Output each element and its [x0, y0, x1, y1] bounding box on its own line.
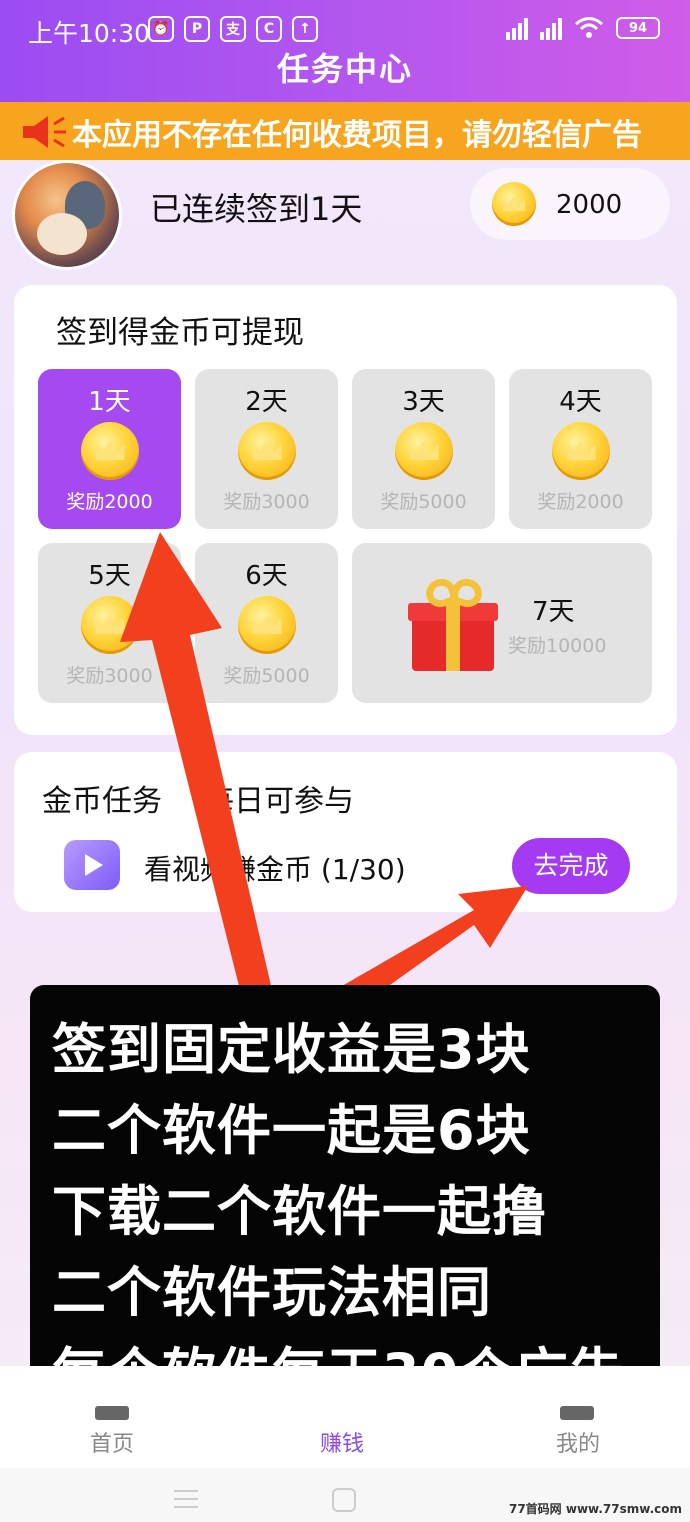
- overlay-line: 签到固定收益是3块: [52, 1018, 531, 1081]
- tab-earn[interactable]: 赚钱: [320, 1426, 364, 1458]
- day-tile-4[interactable]: 4天 奖励2000: [509, 369, 652, 529]
- day-label: 1天: [88, 387, 131, 417]
- coin-balance-value: 2000: [556, 190, 623, 220]
- overlay-line: 二个软件一起是6块: [52, 1099, 531, 1162]
- day-tile-7[interactable]: 7天 奖励10000: [352, 543, 652, 703]
- signal-icon-2: [540, 16, 562, 40]
- avatar-dog: [37, 213, 87, 255]
- alarm-icon: ⏰: [148, 16, 174, 42]
- day-reward: 奖励2000: [537, 491, 624, 513]
- day-reward: 奖励5000: [223, 665, 310, 687]
- c-app-icon: C: [256, 16, 282, 42]
- signin-title: 签到得金币可提现: [56, 315, 304, 351]
- avatar[interactable]: [12, 160, 122, 270]
- promo-overlay: 签到固定收益是3块 二个软件一起是6块 下载二个软件一起撸 二个软件玩法相同 每…: [30, 985, 660, 1413]
- day-reward: 奖励3000: [66, 665, 153, 687]
- coin-icon: [81, 596, 139, 654]
- day-reward: 奖励5000: [380, 491, 467, 513]
- video-play-icon: [64, 840, 120, 890]
- day-label: 6天: [245, 561, 288, 591]
- gift-box-icon: [408, 573, 498, 673]
- tasks-subtitle: 每日可参与: [204, 784, 354, 819]
- profile-icon: [560, 1406, 594, 1420]
- notification-icons: ⏰ P 支 C ↑: [148, 16, 318, 42]
- alipay-icon: 支: [220, 16, 246, 42]
- overlay-line: 下载二个软件一起撸: [52, 1180, 547, 1243]
- home-button-icon[interactable]: [332, 1488, 356, 1512]
- upload-icon: ↑: [292, 16, 318, 42]
- tasks-card: 金币任务 每日可参与 看视频赚金币 (1/30) 去完成: [14, 752, 677, 912]
- coin-icon: [238, 596, 296, 654]
- day-reward: 奖励10000: [508, 635, 607, 657]
- go-complete-button[interactable]: 去完成: [512, 838, 630, 894]
- coin-icon: [395, 422, 453, 480]
- notice-text: 本应用不存在任何收费项目，请勿轻信广告: [72, 118, 642, 153]
- day-label: 3天: [402, 387, 445, 417]
- watermark: 77首码网 www.77smw.com: [508, 1502, 682, 1516]
- task-label: 看视频赚金币 (1/30): [144, 853, 406, 886]
- day-tile-6[interactable]: 6天 奖励5000: [195, 543, 338, 703]
- home-icon: [95, 1406, 129, 1420]
- day-tile-3[interactable]: 3天 奖励5000: [352, 369, 495, 529]
- day-label: 5天: [88, 561, 131, 591]
- overlay-line: 二个软件玩法相同: [52, 1261, 492, 1324]
- bottom-tabbar: 首页 赚钱 我的: [0, 1366, 690, 1468]
- tasks-title: 金币任务: [42, 784, 162, 819]
- day-reward: 奖励2000: [66, 491, 153, 513]
- p-app-icon: P: [184, 16, 210, 42]
- battery-icon: 94: [616, 17, 660, 39]
- coin-icon: [81, 422, 139, 480]
- day-tile-5[interactable]: 5天 奖励3000: [38, 543, 181, 703]
- tab-mine[interactable]: 我的: [556, 1426, 600, 1458]
- day-label: 7天: [532, 597, 575, 627]
- system-icons: 94: [506, 16, 660, 40]
- streak-text: 已连续签到1天: [150, 190, 363, 228]
- coin-icon: [238, 422, 296, 480]
- page-title: 任务中心: [276, 50, 413, 88]
- menu-icon[interactable]: [174, 1490, 198, 1514]
- signal-icon: [506, 16, 528, 40]
- coin-icon: [552, 422, 610, 480]
- day-tile-1[interactable]: 1天 奖励2000: [38, 369, 181, 529]
- coin-icon: [492, 182, 536, 226]
- header-bar: 上午10:30 ⏰ P 支 C ↑ 94 任务中心: [0, 0, 690, 102]
- day-tile-2[interactable]: 2天 奖励3000: [195, 369, 338, 529]
- day-reward: 奖励3000: [223, 491, 310, 513]
- tab-home[interactable]: 首页: [90, 1426, 134, 1458]
- coin-balance[interactable]: 2000: [470, 168, 670, 240]
- signin-card: 签到得金币可提现 1天 奖励2000 2天 奖励3000 3天 奖励5000 4…: [14, 285, 677, 735]
- wifi-icon: [575, 17, 603, 38]
- megaphone-icon: [23, 116, 66, 148]
- day-label: 2天: [245, 387, 288, 417]
- notice-banner: 本应用不存在任何收费项目，请勿轻信广告: [0, 102, 690, 160]
- day-label: 4天: [559, 387, 602, 417]
